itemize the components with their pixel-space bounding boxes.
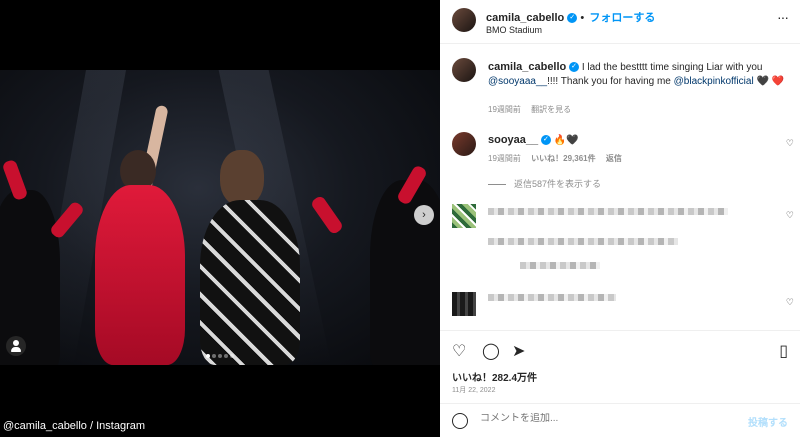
heart-emojis: 🖤 ❤️	[756, 76, 785, 87]
avatar[interactable]	[452, 58, 476, 82]
header-username[interactable]: camila_cabello	[486, 12, 564, 24]
red-glove	[1, 158, 29, 202]
view-replies-label: 返信587件を表示する	[514, 179, 602, 189]
pixelated-text	[488, 238, 678, 245]
post-date[interactable]: 11月 22, 2022	[452, 385, 495, 395]
comment-likes[interactable]: いいね！29,361件	[531, 154, 595, 163]
comment-username[interactable]: sooyaa__	[488, 134, 538, 146]
comment-time[interactable]: 19週間前	[488, 154, 521, 163]
follow-button[interactable]: フォローする	[589, 12, 655, 24]
post-header: camila_cabello ✓ • フォローする BMO Stadium ··…	[440, 0, 800, 44]
separator-dot: •	[580, 12, 585, 24]
like-comment-icon[interactable]: ♡	[786, 297, 794, 308]
pixelated-text	[520, 262, 600, 269]
caption-time[interactable]: 19週間前	[488, 105, 521, 114]
red-glove	[309, 194, 345, 236]
instagram-post-modal: › @camila_cabello / Instagram camila_cab…	[0, 0, 800, 437]
singer-black-head	[220, 150, 264, 206]
pixelated-text	[488, 208, 728, 215]
comment-body: 🔥🖤	[553, 135, 579, 146]
post-sidebar: camila_cabello ✓ • フォローする BMO Stadium ··…	[440, 0, 800, 437]
like-comment-icon[interactable]: ♡	[786, 138, 794, 149]
caption-body: I lad the bestttt time singing Liar with…	[581, 62, 763, 73]
mention-link[interactable]: @sooyaaa__	[488, 76, 547, 87]
caption-text: camila_cabello ✓ I lad the bestttt time …	[488, 60, 788, 89]
verified-badge-icon: ✓	[540, 135, 551, 146]
comment-composer: 投稿する	[440, 403, 800, 437]
view-replies-button[interactable]: 返信587件を表示する	[488, 177, 601, 190]
header-user-line: camila_cabello ✓ • フォローする	[486, 9, 655, 25]
carousel-dot	[212, 354, 216, 358]
carousel-dot	[206, 354, 210, 358]
emoji-smile-icon[interactable]	[452, 413, 468, 429]
carousel-dot	[218, 354, 222, 358]
singer-black-outfit	[200, 200, 300, 365]
pixelated-text	[488, 294, 616, 301]
reply-button[interactable]: 返信	[606, 154, 622, 163]
singer-red-dress	[95, 185, 185, 365]
caption-username[interactable]: camila_cabello	[488, 61, 566, 73]
replies-divider	[488, 184, 506, 186]
comment-text: sooyaa__ ✓ 🔥🖤	[488, 134, 579, 146]
share-send-icon[interactable]: ➤	[512, 341, 525, 361]
avatar[interactable]	[452, 292, 476, 316]
carousel-dot	[230, 354, 234, 358]
verified-badge-icon: ✓	[569, 62, 580, 73]
like-heart-icon[interactable]: ♡	[452, 341, 466, 361]
verified-badge-icon: ✓	[567, 13, 578, 24]
location-link[interactable]: BMO Stadium	[486, 25, 542, 35]
avatar[interactable]	[452, 8, 476, 32]
more-dots-icon[interactable]: ···	[777, 10, 789, 24]
comment-meta: 19週間前 いいね！29,361件 返信	[488, 153, 622, 164]
carousel-next-button[interactable]: ›	[414, 205, 434, 225]
media-pane: › @camila_cabello / Instagram	[0, 0, 440, 437]
comment-input[interactable]	[480, 413, 720, 424]
avatar[interactable]	[452, 132, 476, 156]
bookmark-icon[interactable]: ▯	[779, 341, 788, 361]
caption-meta: 19週間前 翻訳を見る	[488, 104, 571, 115]
mention-link[interactable]: @blackpinkofficial	[674, 76, 754, 87]
translate-link[interactable]: 翻訳を見る	[531, 105, 571, 114]
caption-body: !!!! Thank you for having me	[547, 76, 671, 87]
comment-bubble-icon[interactable]: ◯	[482, 341, 500, 361]
carousel-dots	[0, 349, 440, 361]
avatar[interactable]	[452, 204, 476, 228]
like-count[interactable]: いいね！282.4万件	[452, 369, 537, 384]
user-tag-icon[interactable]	[6, 336, 26, 356]
carousel-dot	[224, 354, 228, 358]
post-photo	[0, 70, 440, 365]
like-comment-icon[interactable]: ♡	[786, 210, 794, 221]
post-comment-button[interactable]: 投稿する	[748, 414, 788, 429]
image-credit: @camila_cabello / Instagram	[3, 420, 146, 432]
